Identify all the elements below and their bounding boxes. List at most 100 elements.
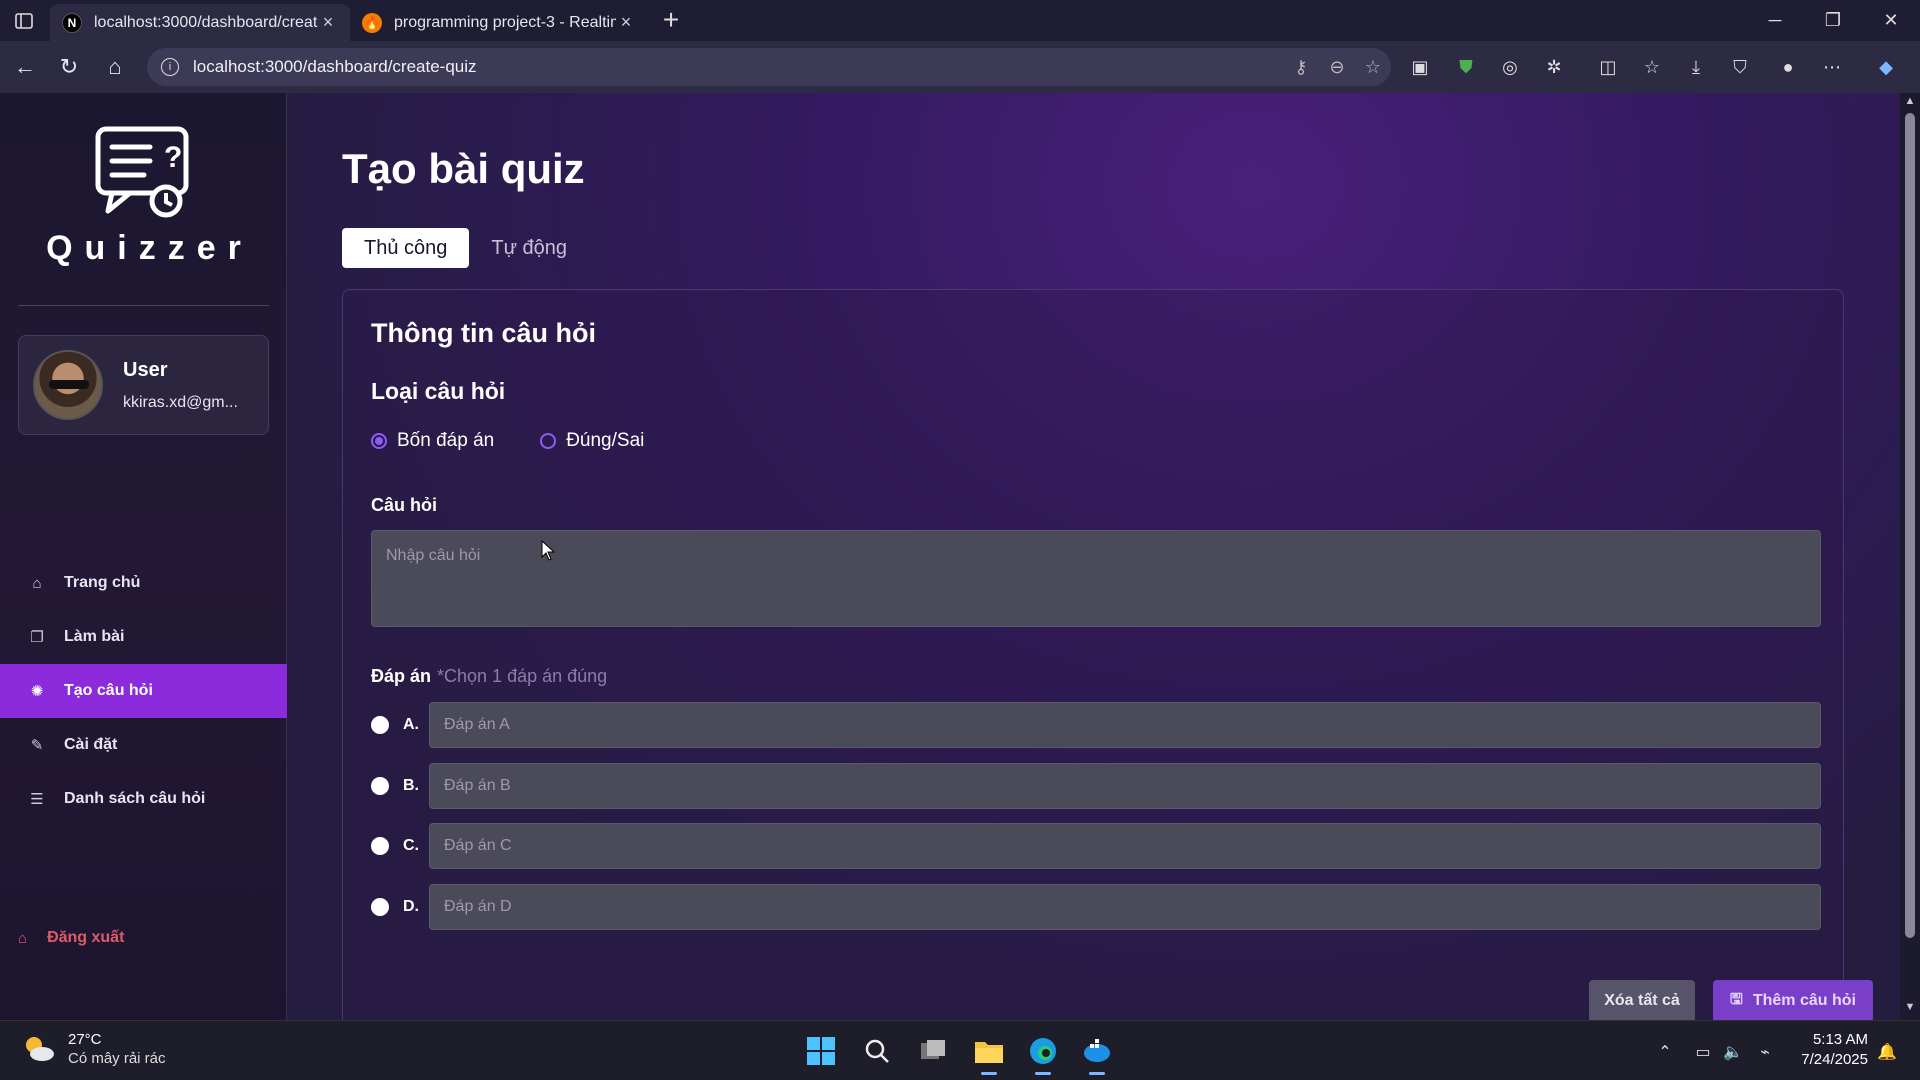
extensions-puzzle-icon[interactable]: ✲	[1538, 52, 1570, 82]
sidebar-item-take-quiz[interactable]: ❐ Làm bài	[0, 610, 287, 664]
edge-browser-icon[interactable]	[1025, 1033, 1061, 1075]
question-type-label: Loại câu hỏi	[371, 378, 506, 404]
more-menu-icon[interactable]: ⋯	[1816, 52, 1848, 82]
scroll-down-icon[interactable]: ▼	[1903, 1001, 1917, 1013]
partly-cloudy-icon	[22, 1034, 56, 1064]
url-text: localhost:3000/dashboard/create-quiz	[193, 57, 477, 76]
radio-unselected-icon[interactable]	[540, 433, 557, 449]
answer-letter: A.	[403, 716, 419, 733]
answer-radio[interactable]	[371, 898, 389, 916]
main-content: Tạo bài quiz Thủ công Tự động Thông tin …	[288, 93, 1900, 1020]
svg-text:?: ?	[164, 141, 182, 174]
sidebar-item-label: Tạo câu hỏi	[64, 682, 153, 699]
sidebar-toggle-icon[interactable]	[10, 8, 38, 34]
sidebar-item-question-list[interactable]: ☰ Danh sách câu hỏi	[0, 772, 287, 826]
copilot-icon[interactable]: ◆	[1870, 52, 1902, 82]
mode-tabs: Thủ công Tự động	[342, 228, 589, 268]
copy-icon: ❐	[30, 629, 44, 646]
weather-widget[interactable]: 27°C Có mây rải rác	[22, 1031, 166, 1067]
restore-icon[interactable]: ❐	[1806, 0, 1860, 41]
scrollbar-thumb[interactable]	[1905, 113, 1915, 938]
question-textarea[interactable]: Nhập câu hỏi	[371, 530, 1821, 627]
color-picker-icon[interactable]: ◎	[1494, 52, 1526, 82]
new-tab-button[interactable]: +	[656, 6, 686, 36]
answers-title: Đáp án	[371, 666, 432, 686]
browser-essentials-icon[interactable]: ⛉	[1724, 52, 1756, 82]
docker-icon[interactable]	[1079, 1033, 1115, 1075]
weather-temp: 27°C	[68, 1031, 102, 1048]
answer-radio[interactable]	[371, 777, 389, 795]
radio-label: Bốn đáp án	[397, 430, 495, 451]
radio-selected-icon[interactable]	[371, 433, 387, 449]
zoom-icon[interactable]: ⊖	[1319, 57, 1355, 78]
browser-tab-inactive[interactable]: 🔥 programming project-3 - Realtim ×	[350, 4, 648, 41]
sidebar-item-settings[interactable]: ✎ Cài đặt	[0, 718, 287, 772]
shield-extension-icon[interactable]: ⛊	[1450, 52, 1482, 82]
close-window-icon[interactable]: ✕	[1864, 0, 1918, 41]
volume-icon[interactable]: 🔈	[1720, 1039, 1746, 1065]
sidebar-item-create-question[interactable]: ✺ Tạo câu hỏi	[0, 664, 287, 718]
answer-radio[interactable]	[371, 837, 389, 855]
answer-letter: D.	[403, 898, 419, 915]
add-question-button[interactable]: 🖫 Thêm câu hỏi	[1713, 980, 1873, 1020]
user-card[interactable]: User kkiras.xd@gm...	[18, 335, 269, 435]
add-question-label: Thêm câu hỏi	[1752, 992, 1856, 1009]
answer-row-a: A. Đáp án A	[371, 702, 1821, 748]
radio-true-false[interactable]: Đúng/Sai	[540, 430, 644, 452]
network-icon[interactable]: ▭	[1690, 1039, 1716, 1065]
minimize-icon[interactable]: ─	[1748, 0, 1802, 41]
browser-tab-active[interactable]: N localhost:3000/dashboard/create ×	[50, 4, 350, 41]
key-icon[interactable]: ⚷	[1283, 57, 1319, 78]
tab-manual[interactable]: Thủ công	[342, 228, 470, 268]
answer-input[interactable]: Đáp án D	[429, 884, 1821, 930]
answer-row-d: D. Đáp án D	[371, 884, 1821, 930]
close-tab-icon[interactable]: ×	[616, 12, 636, 33]
answer-input[interactable]: Đáp án C	[429, 823, 1821, 869]
logout-label: Đăng xuất	[47, 929, 125, 946]
clear-all-button[interactable]: Xóa tất cả	[1589, 980, 1695, 1020]
back-icon[interactable]: ←	[8, 50, 42, 84]
tab-auto[interactable]: Tự động	[469, 228, 589, 268]
favorites-icon[interactable]: ☆	[1636, 52, 1668, 82]
card-title: Thông tin câu hỏi	[371, 318, 596, 348]
extension-icon[interactable]: ▣	[1404, 52, 1436, 82]
answer-input[interactable]: Đáp án A	[429, 702, 1821, 748]
search-icon[interactable]	[859, 1033, 895, 1069]
answer-input[interactable]: Đáp án B	[429, 763, 1821, 809]
windows-start-icon[interactable]	[803, 1033, 839, 1069]
sidebar-item-home[interactable]: ⌂ Trang chủ	[0, 556, 287, 610]
notification-bell-icon[interactable]: 🔔	[1874, 1039, 1900, 1065]
web-page: ? Quizzer User kkiras.xd@gm... ⌂ Trang c…	[0, 93, 1920, 1020]
save-icon: 🖫	[1730, 990, 1743, 1008]
sidebar-item-label: Làm bài	[64, 628, 125, 645]
tab-title: programming project-3 - Realtim	[394, 13, 616, 31]
page-scrollbar[interactable]: ▲ ▼	[1900, 93, 1920, 1020]
logout-home-icon: ⌂	[18, 929, 28, 947]
windows-taskbar: 27°C Có mây rải rác ⌃ ▭ 🔈 ⌁ 5:13 AM 7/24…	[0, 1020, 1920, 1080]
browser-tab-bar: N localhost:3000/dashboard/create × 🔥 pr…	[0, 0, 1920, 41]
logo-text: Quizzer	[46, 229, 253, 267]
answer-radio[interactable]	[371, 716, 389, 734]
split-screen-icon[interactable]: ◫	[1592, 52, 1624, 82]
nextjs-favicon-icon: N	[62, 12, 82, 33]
reload-icon[interactable]: ↻	[52, 50, 86, 84]
radio-four-answers[interactable]: Bốn đáp án	[371, 430, 494, 452]
app-logo[interactable]: ? Quizzer	[0, 123, 287, 268]
sidebar-item-label: Danh sách câu hỏi	[64, 790, 206, 807]
favorite-star-icon[interactable]: ☆	[1355, 57, 1391, 78]
close-tab-icon[interactable]: ×	[318, 12, 338, 33]
address-bar[interactable]: i localhost:3000/dashboard/create-quiz ⚷…	[147, 48, 1391, 86]
show-hidden-icons-icon[interactable]: ⌃	[1652, 1039, 1678, 1065]
avatar	[33, 350, 103, 420]
task-view-icon[interactable]	[915, 1033, 951, 1069]
scroll-up-icon[interactable]: ▲	[1903, 95, 1917, 107]
home-icon[interactable]: ⌂	[98, 50, 132, 84]
site-info-icon[interactable]: i	[161, 58, 179, 76]
clock[interactable]: 5:13 AM 7/24/2025	[1796, 1031, 1868, 1068]
logout-button[interactable]: ⌂ Đăng xuất	[18, 929, 124, 947]
downloads-icon[interactable]: ⤓	[1680, 52, 1712, 82]
file-explorer-icon[interactable]	[971, 1033, 1007, 1075]
profile-avatar-icon[interactable]: ●	[1772, 52, 1804, 82]
page-title: Tạo bài quiz	[342, 145, 585, 192]
battery-icon[interactable]: ⌁	[1752, 1039, 1778, 1065]
